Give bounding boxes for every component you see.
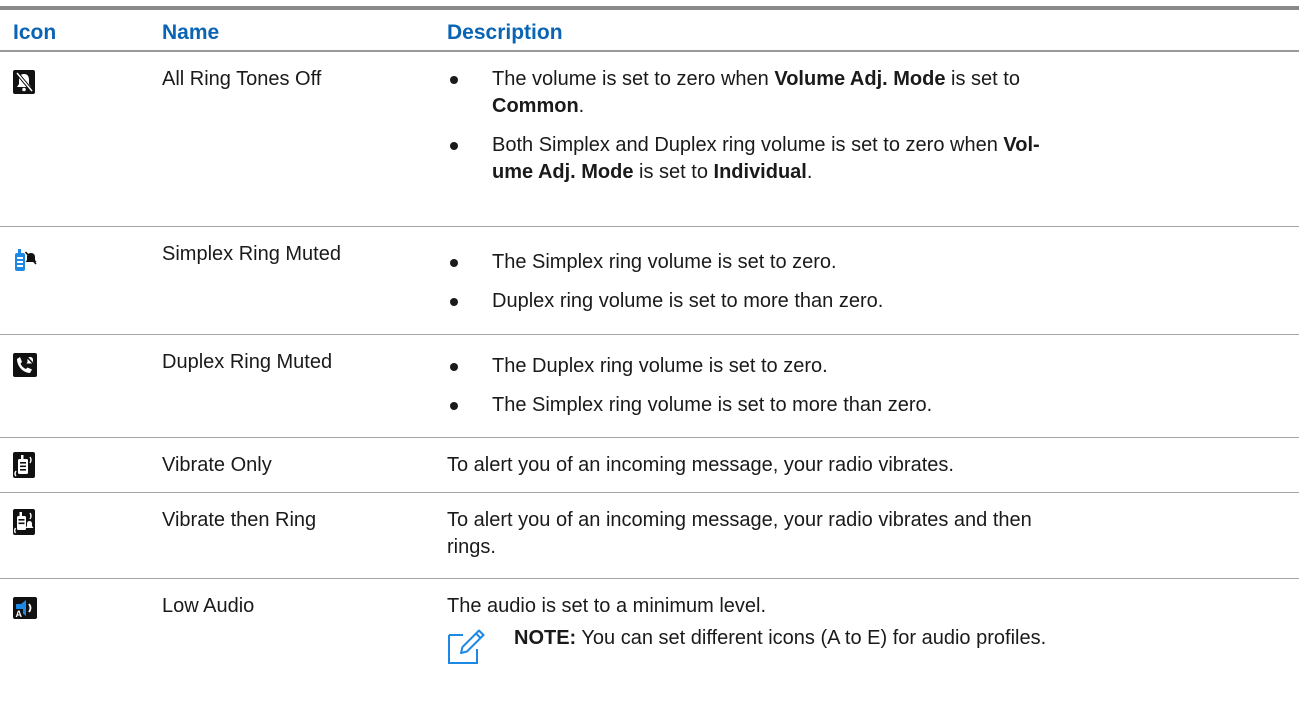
bullet-item: The Simplex ring volume is set to more t… (447, 392, 1277, 419)
table-header: Icon Name Description (0, 10, 1299, 52)
low-audio-icon: A (13, 597, 37, 619)
row-description: The Duplex ring volume is set to zero. T… (447, 353, 1277, 419)
row-description: The volume is set to zero when Volume Ad… (447, 66, 1277, 186)
table-row: All Ring Tones Off The volume is set to … (0, 52, 1299, 227)
bullet-dot (450, 363, 458, 371)
bullet-dot (450, 76, 458, 84)
table-row: Vibrate then Ring To alert you of an inc… (0, 493, 1299, 579)
table-row: Duplex Ring Muted The Duplex ring volume… (0, 335, 1299, 438)
bullet-dot (450, 142, 458, 150)
bullet-item: Duplex ring volume is set to more than z… (447, 288, 1277, 315)
note-text: NOTE: You can set different icons (A to … (514, 625, 1046, 651)
row-description: To alert you of an incoming message, you… (447, 454, 954, 476)
header-description: Description (447, 21, 563, 44)
row-description: To alert you of an incoming message, you… (447, 507, 1277, 561)
bullet-item: The Simplex ring volume is set to zero. (447, 249, 1277, 276)
text-span: . (578, 95, 585, 117)
bold-term: Common (492, 95, 579, 117)
text-span: rings. (447, 536, 496, 558)
row-description: The Simplex ring volume is set to zero. … (447, 249, 1277, 315)
text-span: To alert you of an incoming message, you… (447, 509, 1032, 531)
bold-term: Individual (713, 161, 807, 183)
header-icon: Icon (13, 21, 57, 44)
row-description: The audio is set to a minimum level. (447, 595, 767, 617)
note-pencil-icon (447, 627, 485, 665)
bell-off-icon (13, 70, 35, 94)
row-name: Low Audio (162, 595, 255, 617)
bold-term: Vol- (1003, 134, 1040, 156)
simplex-ring-muted-icon (13, 247, 37, 273)
row-name: Duplex Ring Muted (162, 351, 333, 373)
table-row: Vibrate Only To alert you of an incoming… (0, 438, 1299, 493)
text-span: The Simplex ring volume is set to zero. (492, 251, 837, 273)
bullet-item: The volume is set to zero when Volume Ad… (447, 66, 1277, 120)
note-box: NOTE: You can set different icons (A to … (447, 623, 1287, 667)
text-span: You can set different icons (A to E) for… (576, 627, 1047, 649)
bold-term: ume Adj. Mode (492, 161, 634, 183)
table-row: Simplex Ring Muted The Simplex ring volu… (0, 227, 1299, 335)
table-row: A Low Audio The audio is set to a minimu… (0, 579, 1299, 703)
text-span: Both Simplex and Duplex ring volume is s… (492, 134, 1004, 156)
duplex-ring-muted-icon (13, 353, 37, 377)
vibrate-only-icon (13, 452, 35, 478)
svg-text:A: A (16, 609, 23, 619)
text-span: The volume is set to zero when (492, 68, 775, 90)
bullet-item: The Duplex ring volume is set to zero. (447, 353, 1277, 380)
bullet-item: Both Simplex and Duplex ring volume is s… (447, 132, 1277, 186)
row-name: Simplex Ring Muted (162, 243, 341, 265)
row-name: All Ring Tones Off (162, 68, 322, 90)
text-span: The Simplex ring volume is set to more t… (492, 394, 933, 416)
note-label: NOTE: (514, 627, 577, 649)
text-span: . (806, 161, 813, 183)
icon-table: Icon Name Description All Ring Tones Off… (0, 0, 1299, 703)
bullet-dot (450, 298, 458, 306)
bullet-dot (450, 402, 458, 410)
header-name: Name (162, 21, 220, 44)
row-name: Vibrate then Ring (162, 509, 317, 531)
bold-term: Volume Adj. Mode (774, 68, 946, 90)
text-span: Duplex ring volume is set to more than z… (492, 290, 884, 312)
text-span: is set to (633, 161, 714, 183)
vibrate-then-ring-icon (13, 509, 35, 535)
text-span: is set to (945, 68, 1020, 90)
text-span: The Duplex ring volume is set to zero. (492, 355, 828, 377)
bullet-dot (450, 259, 458, 267)
row-name: Vibrate Only (162, 454, 272, 476)
